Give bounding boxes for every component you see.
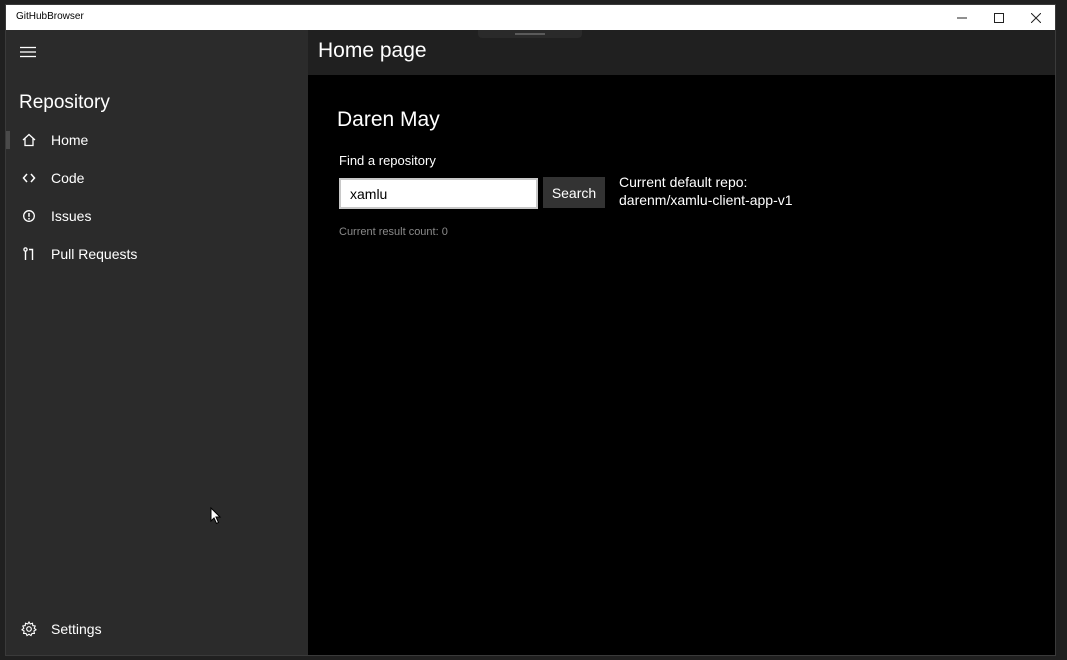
default-repo-value: darenm/xamlu-client-app-v1 xyxy=(619,192,793,208)
nav-item-settings[interactable]: Settings xyxy=(6,610,308,648)
nav-item-code[interactable]: Code xyxy=(6,159,308,197)
nav-item-label: Code xyxy=(51,170,85,186)
default-repo-info: Current default repo: darenm/xamlu-clien… xyxy=(619,173,793,209)
issues-icon xyxy=(6,209,52,223)
home-icon xyxy=(6,133,52,147)
nav-item-label: Home xyxy=(51,132,89,148)
nav-item-home[interactable]: Home xyxy=(6,121,308,159)
nav-item-pull-requests[interactable]: Pull Requests xyxy=(6,235,308,273)
page-title: Home page xyxy=(318,39,427,62)
hamburger-icon xyxy=(20,46,36,58)
nav-item-label: Issues xyxy=(51,208,92,224)
maximize-button[interactable] xyxy=(980,5,1017,30)
pane-header: Repository xyxy=(19,92,110,113)
hamburger-menu-button[interactable] xyxy=(12,36,44,68)
navigation-pane: Repository Home Code Issues Pull Request… xyxy=(6,30,308,655)
minimize-icon xyxy=(956,17,967,18)
gear-icon xyxy=(6,621,52,637)
pull-request-icon xyxy=(6,247,52,261)
user-name: Daren May xyxy=(337,108,440,131)
maximize-icon xyxy=(993,12,1004,23)
repository-search-input[interactable] xyxy=(339,178,538,209)
default-repo-label: Current default repo: xyxy=(619,174,748,190)
drag-handle[interactable] xyxy=(478,30,582,38)
mouse-cursor-icon xyxy=(210,506,222,530)
close-icon xyxy=(1030,12,1041,23)
main-content: Daren May Find a repository Search Curre… xyxy=(308,75,1055,655)
nav-item-label: Settings xyxy=(51,621,102,637)
search-button[interactable]: Search xyxy=(543,177,605,208)
result-count: Current result count: 0 xyxy=(339,226,448,238)
window-title: GitHubBrowser xyxy=(16,11,84,22)
minimize-button[interactable] xyxy=(943,5,980,30)
content-header: Home page xyxy=(308,30,1055,75)
nav-item-issues[interactable]: Issues xyxy=(6,197,308,235)
code-icon xyxy=(6,171,52,185)
close-button[interactable] xyxy=(1017,5,1054,30)
find-repository-label: Find a repository xyxy=(339,153,436,168)
nav-item-label: Pull Requests xyxy=(51,246,138,262)
title-bar[interactable]: GitHubBrowser xyxy=(6,5,1055,30)
app-window: GitHubBrowser Repository Home Code Issue… xyxy=(6,5,1055,655)
